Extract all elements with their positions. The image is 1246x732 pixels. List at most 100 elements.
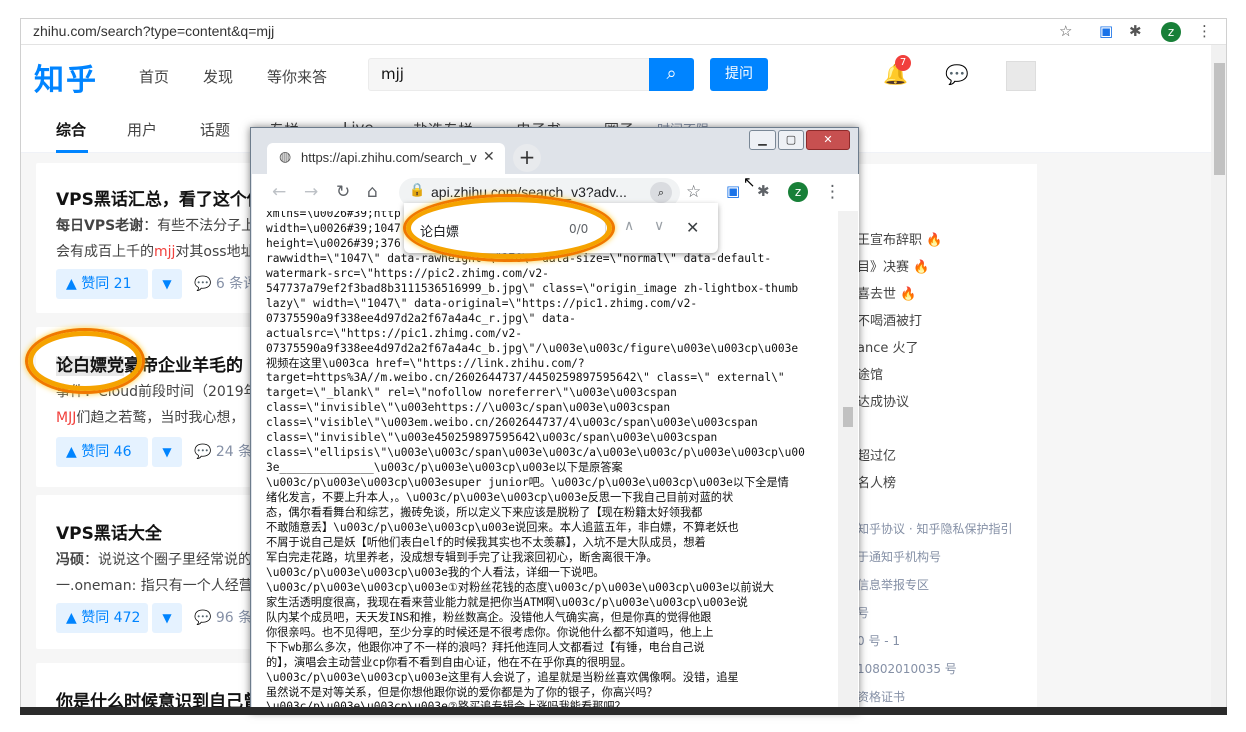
comment-button[interactable]: 💬 96 条 xyxy=(194,603,252,633)
url-text[interactable]: zhihu.com/search?type=content&q=mjj xyxy=(33,23,274,39)
search-button[interactable]: ⌕ xyxy=(649,58,694,91)
comment-button[interactable]: 💬 6 条评 xyxy=(194,269,257,299)
comment-count: 96 条 xyxy=(215,610,253,626)
result-author: 冯硕 xyxy=(56,552,84,568)
hot-item[interactable]: 超过亿 xyxy=(857,445,896,464)
find-next-icon[interactable]: ∨ xyxy=(654,218,664,234)
keyword-highlight: MJJ xyxy=(56,410,77,426)
comment-icon: 💬 xyxy=(194,610,212,626)
footer-link[interactable]: 知乎协议 · 知乎隐私保护指引 xyxy=(857,520,1012,537)
tab-topics[interactable]: 话题 xyxy=(200,119,230,140)
new-tab-button[interactable]: + xyxy=(513,144,541,172)
mouse-cursor-icon: ↖ xyxy=(743,173,756,191)
puzzle-icon[interactable]: ✱ xyxy=(1129,22,1142,40)
zhihu-logo[interactable]: 知乎 xyxy=(34,55,98,99)
comment-count: 24 条 xyxy=(215,444,253,460)
scrollbar-thumb[interactable] xyxy=(843,407,853,427)
result-title[interactable]: VPS黑话大全 xyxy=(56,519,162,544)
page-search-icon[interactable]: ⌕ xyxy=(650,182,672,203)
result-excerpt[interactable]: 冯硕：说说这个圈子里经常说的 xyxy=(56,549,252,569)
result-excerpt-line[interactable]: MJJ们趋之若鹜，当时我心想， xyxy=(56,407,244,427)
footer-link[interactable]: 信息举报专区 xyxy=(857,576,929,593)
menu-dots-icon[interactable]: ⋮ xyxy=(824,182,841,202)
zhihu-header: 知乎 首页 发现 等你来答 mjj ⌕ 提问 🔔 7 💬 xyxy=(21,45,1211,105)
find-prev-icon[interactable]: ∧ xyxy=(624,218,634,234)
footer-link[interactable]: 于通知乎机构号 xyxy=(857,548,941,565)
reload-icon[interactable]: ↻ xyxy=(336,182,350,202)
puzzle-icon[interactable]: ✱ xyxy=(757,182,770,200)
upvote-button[interactable]: ▲ 赞同 46 xyxy=(56,437,148,467)
excerpt-text: 会有成百上千的 xyxy=(56,244,154,260)
downvote-button[interactable]: ▼ xyxy=(152,603,182,633)
user-avatar[interactable] xyxy=(1006,61,1036,91)
ask-button[interactable]: 提问 xyxy=(710,58,768,91)
highlight-ring xyxy=(28,331,142,391)
star-icon[interactable]: ☆ xyxy=(686,182,701,202)
upvote-label: 赞同 472 xyxy=(81,610,141,626)
profile-avatar[interactable]: z xyxy=(788,182,808,202)
footer-text: 0 号 - 1 xyxy=(857,634,901,648)
result-excerpt[interactable]: 每日VPS老谢：有些不法分子上 xyxy=(56,215,255,235)
excerpt-text: 对其oss地址 xyxy=(175,244,255,260)
forward-icon[interactable]: → xyxy=(304,182,318,202)
hot-item[interactable]: 目》决赛 🔥 xyxy=(857,256,929,275)
popup-tab[interactable]: ◍ https://api.zhihu.com/search_v ✕ xyxy=(267,143,505,174)
tab-users[interactable]: 用户 xyxy=(127,119,157,140)
hot-item[interactable]: 王宣布辞职 🔥 xyxy=(857,229,942,248)
comment-button[interactable]: 💬 24 条 xyxy=(194,437,252,467)
excerpt-text: ：有些不法分子上 xyxy=(143,218,256,234)
flame-icon: 🔥 xyxy=(900,287,917,302)
hot-item[interactable]: 名人榜 xyxy=(857,472,896,491)
hot-item[interactable]: 途馆 xyxy=(857,364,883,383)
nav-waiting[interactable]: 等你来答 xyxy=(267,66,327,87)
menu-dots-icon[interactable]: ⋮ xyxy=(1197,22,1212,40)
hot-item[interactable]: ance 火了 xyxy=(857,337,918,356)
hot-item[interactable]: 不喝酒被打 xyxy=(857,310,922,329)
find-close-icon[interactable]: ✕ xyxy=(686,218,699,237)
page-scrollbar[interactable] xyxy=(1211,45,1226,711)
extension-star-icon[interactable]: ▣ xyxy=(1099,22,1113,40)
close-window-button[interactable]: ✕ xyxy=(806,130,850,150)
star-icon[interactable]: ☆ xyxy=(1059,22,1072,40)
popup-scrollbar[interactable] xyxy=(838,211,858,712)
hot-item-label: 目》决赛 xyxy=(857,260,910,275)
close-tab-icon[interactable]: ✕ xyxy=(483,149,495,165)
result-excerpt-line[interactable]: 一.oneman: 指只有一个人经营 xyxy=(56,575,253,595)
extension-star-icon[interactable]: ▣ xyxy=(726,182,740,200)
json-response-view: xmlns=\u0026#39;http width=\u0026#39;104… xyxy=(252,211,859,712)
downvote-button[interactable]: ▼ xyxy=(152,269,182,299)
hot-item[interactable]: 喜去世 🔥 xyxy=(857,283,916,302)
upvote-label: 赞同 46 xyxy=(81,444,132,460)
nav-discover[interactable]: 发现 xyxy=(203,66,233,87)
back-icon[interactable]: ← xyxy=(272,182,286,202)
excerpt-text: ：说说这个圈子里经常说的 xyxy=(84,552,252,568)
message-icon[interactable]: 💬 xyxy=(945,63,969,86)
result-title[interactable]: VPS黑话汇总，看了这个你就 xyxy=(56,185,281,210)
footer-link[interactable]: 资格证书 xyxy=(857,688,905,705)
hot-item-label: 王宣布辞职 xyxy=(857,233,923,248)
highlight-ring xyxy=(406,197,612,259)
maximize-button[interactable]: ▢ xyxy=(778,130,804,150)
upvote-label: 赞同 21 xyxy=(81,276,132,292)
tab-all[interactable]: 综合 xyxy=(56,119,86,140)
minimize-button[interactable]: ▁ xyxy=(749,130,776,150)
profile-avatar[interactable]: z xyxy=(1161,22,1181,42)
downvote-button[interactable]: ▼ xyxy=(152,437,182,467)
search-input[interactable]: mjj xyxy=(368,58,650,91)
home-icon[interactable]: ⌂ xyxy=(367,182,378,202)
keyword-highlight: mjj xyxy=(154,244,176,260)
search-icon: ⌕ xyxy=(666,63,677,84)
address-bar: zhihu.com/search?type=content&q=mjj ☆ ▣ … xyxy=(21,19,1226,45)
nav-home[interactable]: 首页 xyxy=(139,66,169,87)
upvote-button[interactable]: ▲ 赞同 21 xyxy=(56,269,148,299)
comment-icon: 💬 xyxy=(194,444,212,460)
tab-title: https://api.zhihu.com/search_v xyxy=(301,150,477,165)
flame-icon: 🔥 xyxy=(913,260,930,275)
upvote-button[interactable]: ▲ 赞同 472 xyxy=(56,603,148,633)
scrollbar-thumb[interactable] xyxy=(1214,63,1225,175)
result-excerpt-line[interactable]: 会有成百上千的mjj对其oss地址 xyxy=(56,241,255,261)
hot-item-label: 喜去世 xyxy=(857,287,897,302)
lock-icon: 🔒 xyxy=(409,183,426,198)
hot-item[interactable]: 达成协议 xyxy=(857,391,909,410)
comment-icon: 💬 xyxy=(194,276,212,292)
